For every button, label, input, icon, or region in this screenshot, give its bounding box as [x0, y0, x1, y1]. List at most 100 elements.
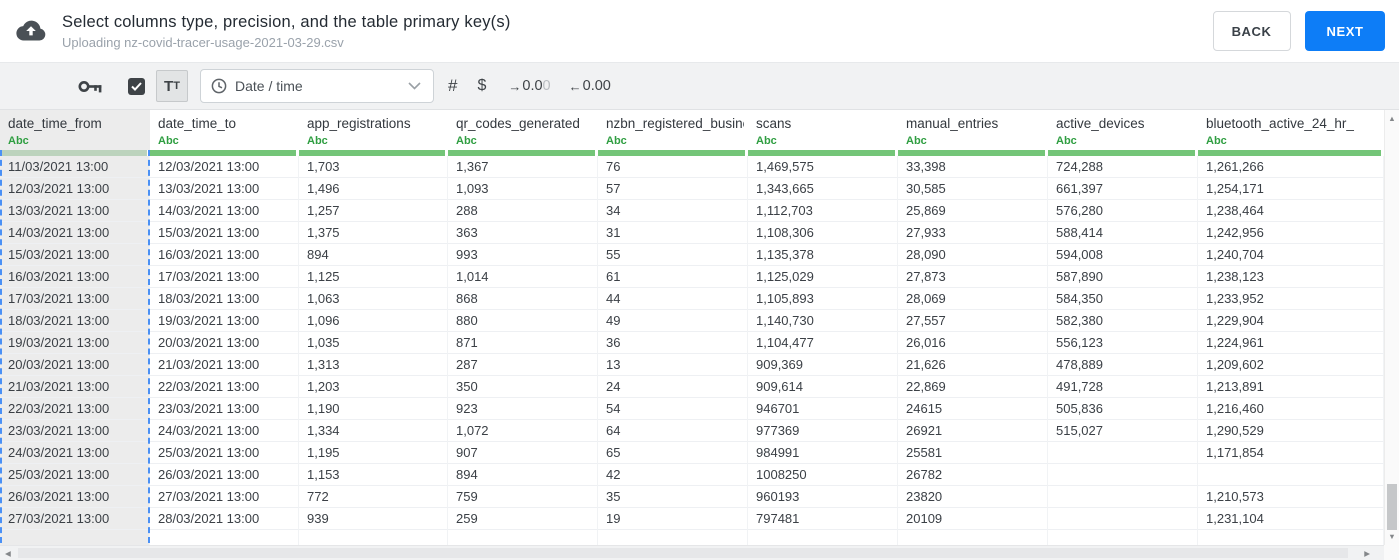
- cell[interactable]: 1,343,665: [748, 178, 898, 200]
- cell[interactable]: 1,171,854: [1198, 442, 1384, 464]
- cell[interactable]: 797481: [748, 508, 898, 530]
- cell[interactable]: 25,869: [898, 200, 1048, 222]
- cell[interactable]: 57: [598, 178, 748, 200]
- cell[interactable]: 26782: [898, 464, 1048, 486]
- cell[interactable]: 19/03/2021 13:00: [0, 332, 150, 354]
- cell[interactable]: 64: [598, 420, 748, 442]
- cell[interactable]: 1,334: [299, 420, 448, 442]
- cell[interactable]: 30,585: [898, 178, 1048, 200]
- cell[interactable]: 15/03/2021 13:00: [0, 244, 150, 266]
- cell[interactable]: 19/03/2021 13:00: [150, 310, 299, 332]
- cell[interactable]: 1,224,961: [1198, 332, 1384, 354]
- cell[interactable]: 54: [598, 398, 748, 420]
- cell[interactable]: 1,238,123: [1198, 266, 1384, 288]
- cell[interactable]: 1,213,891: [1198, 376, 1384, 398]
- cell[interactable]: 33,398: [898, 156, 1048, 178]
- cell[interactable]: 21,626: [898, 354, 1048, 376]
- cell[interactable]: 16/03/2021 13:00: [150, 244, 299, 266]
- cell[interactable]: 65: [598, 442, 748, 464]
- cell[interactable]: 1,063: [299, 288, 448, 310]
- cell[interactable]: 19: [598, 508, 748, 530]
- cell[interactable]: 1,093: [448, 178, 598, 200]
- cell[interactable]: 15/03/2021 13:00: [150, 222, 299, 244]
- cell[interactable]: [1048, 486, 1198, 508]
- cell[interactable]: 1,195: [299, 442, 448, 464]
- cell[interactable]: 977369: [748, 420, 898, 442]
- cell[interactable]: 35: [598, 486, 748, 508]
- column-header-app_registrations[interactable]: app_registrations Abc: [299, 110, 448, 150]
- cell[interactable]: 12/03/2021 13:00: [150, 156, 299, 178]
- cell[interactable]: 1,096: [299, 310, 448, 332]
- cell[interactable]: 13/03/2021 13:00: [0, 200, 150, 222]
- cell[interactable]: 17/03/2021 13:00: [0, 288, 150, 310]
- cell[interactable]: 576,280: [1048, 200, 1198, 222]
- cell[interactable]: 894: [448, 464, 598, 486]
- cell[interactable]: 505,836: [1048, 398, 1198, 420]
- cell[interactable]: 22,869: [898, 376, 1048, 398]
- cell[interactable]: 23820: [898, 486, 1048, 508]
- cell[interactable]: 20/03/2021 13:00: [150, 332, 299, 354]
- cell[interactable]: [1048, 442, 1198, 464]
- cell[interactable]: 22/03/2021 13:00: [0, 398, 150, 420]
- cell[interactable]: 11/03/2021 13:00: [0, 156, 150, 178]
- cell[interactable]: 923: [448, 398, 598, 420]
- cell[interactable]: 880: [448, 310, 598, 332]
- cell[interactable]: 25/03/2021 13:00: [0, 464, 150, 486]
- scroll-up-icon[interactable]: ▲: [1385, 114, 1399, 123]
- column-header-bluetooth_active_24_hr_[interactable]: bluetooth_active_24_hr_ Abc: [1198, 110, 1384, 150]
- cell[interactable]: 76: [598, 156, 748, 178]
- cell[interactable]: 42: [598, 464, 748, 486]
- cell[interactable]: 907: [448, 442, 598, 464]
- cell[interactable]: 21/03/2021 13:00: [150, 354, 299, 376]
- cell[interactable]: 993: [448, 244, 598, 266]
- decimal-decrease-button[interactable]: ← 0.00: [569, 78, 611, 94]
- cell[interactable]: 1,313: [299, 354, 448, 376]
- horizontal-scrollbar[interactable]: ◀ ▶: [0, 545, 1384, 560]
- column-header-qr_codes_generated[interactable]: qr_codes_generated Abc: [448, 110, 598, 150]
- include-column-checkbox[interactable]: [128, 77, 145, 95]
- cell[interactable]: 1,238,464: [1198, 200, 1384, 222]
- cell[interactable]: 1,469,575: [748, 156, 898, 178]
- cell[interactable]: 1,210,573: [1198, 486, 1384, 508]
- cell[interactable]: 582,380: [1048, 310, 1198, 332]
- cell[interactable]: 1,703: [299, 156, 448, 178]
- cell[interactable]: 20/03/2021 13:00: [0, 354, 150, 376]
- cell[interactable]: 287: [448, 354, 598, 376]
- cell[interactable]: 1,035: [299, 332, 448, 354]
- cell[interactable]: 588,414: [1048, 222, 1198, 244]
- horizontal-scrollbar-thumb[interactable]: [18, 548, 1348, 558]
- cell[interactable]: 26,016: [898, 332, 1048, 354]
- cell[interactable]: 21/03/2021 13:00: [0, 376, 150, 398]
- column-type-dropdown[interactable]: Date / time: [200, 69, 434, 103]
- cell[interactable]: 1,125,029: [748, 266, 898, 288]
- cell[interactable]: 16/03/2021 13:00: [0, 266, 150, 288]
- cell[interactable]: 759: [448, 486, 598, 508]
- cell[interactable]: 28/03/2021 13:00: [150, 508, 299, 530]
- cell[interactable]: 1,367: [448, 156, 598, 178]
- cell[interactable]: 36: [598, 332, 748, 354]
- scroll-down-icon[interactable]: ▼: [1385, 532, 1399, 541]
- cell[interactable]: 1,496: [299, 178, 448, 200]
- cell[interactable]: 584,350: [1048, 288, 1198, 310]
- cell[interactable]: 587,890: [1048, 266, 1198, 288]
- cell[interactable]: 14/03/2021 13:00: [0, 222, 150, 244]
- cell[interactable]: 1,257: [299, 200, 448, 222]
- cell[interactable]: 1,108,306: [748, 222, 898, 244]
- cell[interactable]: 1008250: [748, 464, 898, 486]
- cell[interactable]: 17/03/2021 13:00: [150, 266, 299, 288]
- cell[interactable]: 20109: [898, 508, 1048, 530]
- cell[interactable]: 1,190: [299, 398, 448, 420]
- cell[interactable]: 960193: [748, 486, 898, 508]
- vertical-scrollbar[interactable]: ▲ ▼: [1384, 110, 1399, 545]
- cell[interactable]: 1,112,703: [748, 200, 898, 222]
- cell[interactable]: 724,288: [1048, 156, 1198, 178]
- cell[interactable]: 1,105,893: [748, 288, 898, 310]
- cell[interactable]: 1,014: [448, 266, 598, 288]
- cell[interactable]: 12/03/2021 13:00: [0, 178, 150, 200]
- cell[interactable]: 14/03/2021 13:00: [150, 200, 299, 222]
- cell[interactable]: 909,369: [748, 354, 898, 376]
- cell[interactable]: 1,229,904: [1198, 310, 1384, 332]
- cell[interactable]: 26921: [898, 420, 1048, 442]
- cell[interactable]: 1,233,952: [1198, 288, 1384, 310]
- scroll-left-icon[interactable]: ◀: [5, 549, 11, 558]
